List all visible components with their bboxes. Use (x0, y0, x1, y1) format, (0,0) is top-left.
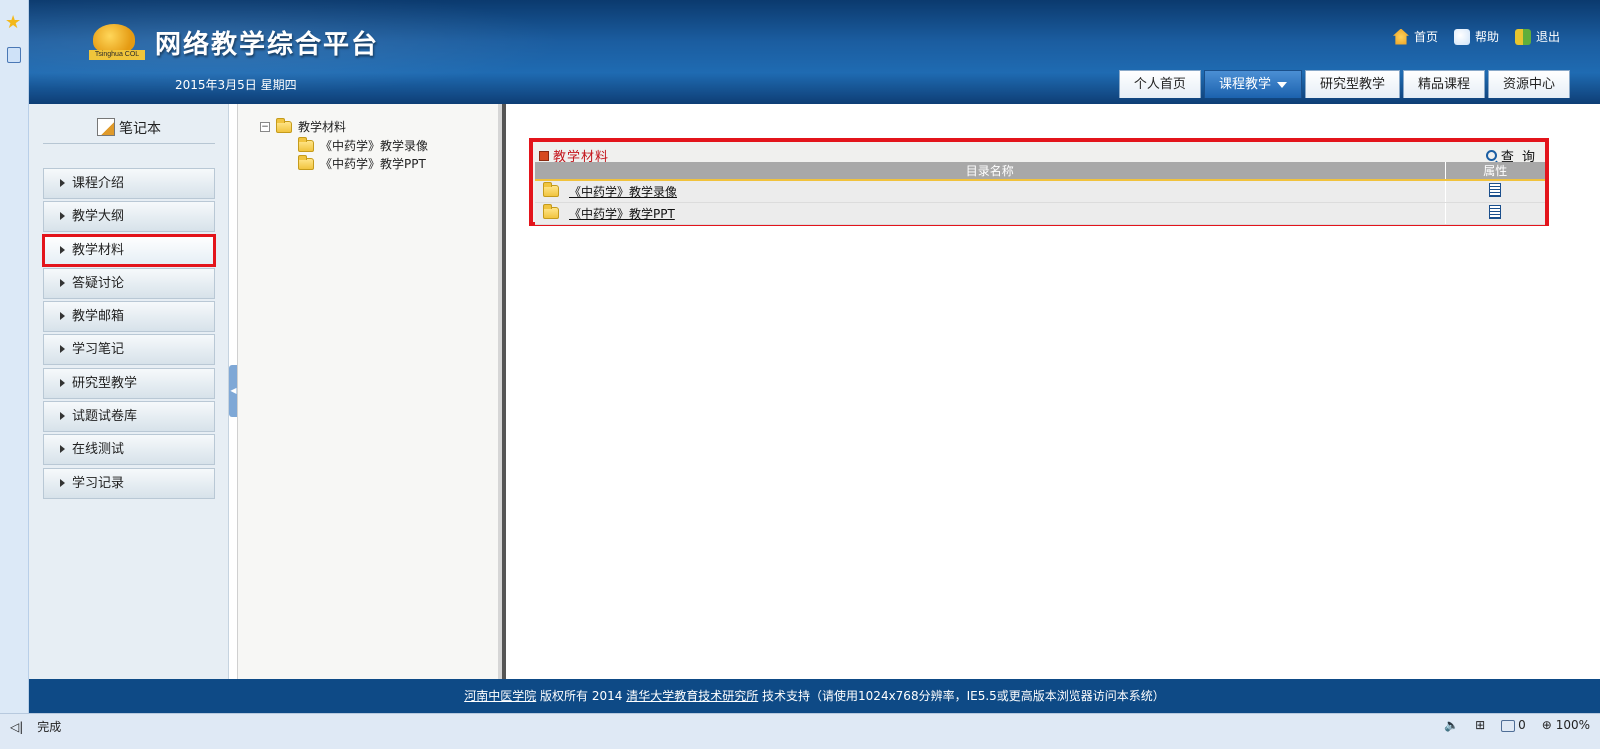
main-content: 教学材料 查 询 目录名称 属性 《中药学》教学录像 《中药学》教学PPT (506, 104, 1600, 679)
tsinghua-col-logo: Tsinghua COL (89, 22, 145, 62)
tree-root[interactable]: − 教学材料 (260, 117, 346, 135)
tree-item[interactable]: 《中药学》教学录像 (298, 136, 428, 154)
arrow-right-icon (60, 412, 65, 421)
properties-icon[interactable] (1489, 204, 1502, 219)
exit-link[interactable]: 退出 (1514, 28, 1560, 45)
home-link[interactable]: 首页 (1392, 28, 1438, 45)
column-header-name: 目录名称 (535, 162, 1445, 181)
footer-support-text: 技术支持（请使用1024x768分辨率，IE5.5或更高版本浏览器访问本系统） (758, 689, 1165, 703)
nav-tabs: 个人首页 课程教学 研究型教学 精品课程 资源中心 (1118, 70, 1570, 98)
sidebar-item-research-teaching[interactable]: 研究型教学 (43, 367, 215, 399)
sidebar: 笔记本 课程介绍 教学大纲 教学材料 答疑讨论 教学邮箱 学习笔记 研究型教学 … (29, 104, 229, 679)
folder-icon (276, 117, 292, 133)
footer: 河南中医学院 版权所有 2014 清华大学教育技术研究所 技术支持（请使用102… (29, 679, 1600, 713)
arrow-right-icon (60, 478, 65, 487)
tab-course-teaching[interactable]: 课程教学 (1203, 70, 1302, 98)
top-links: 首页 帮助 退出 (1392, 28, 1560, 45)
sidebar-item-online-test[interactable]: 在线测试 (43, 434, 215, 466)
exit-icon (1514, 28, 1531, 45)
logo-text: Tsinghua COL (89, 50, 145, 60)
sidebar-item-study-notes[interactable]: 学习笔记 (43, 334, 215, 366)
browser-status-bar: ◁| 完成 🔈 ⊞ 0 ⊕ 100% (0, 713, 1600, 749)
notebook-icon (97, 118, 115, 136)
arrow-right-icon (60, 345, 65, 354)
table-header-row: 目录名称 属性 (535, 162, 1545, 181)
zoom-icon: ⊕ (1541, 718, 1552, 732)
header: Tsinghua COL 网络教学综合平台 2015年3月5日 星期四 首页 帮… (29, 0, 1600, 104)
folder-icon (298, 154, 314, 170)
footer-org-link[interactable]: 河南中医学院 (464, 689, 536, 703)
sidebar-item-study-records[interactable]: 学习记录 (43, 467, 215, 499)
arrow-right-icon (60, 445, 65, 454)
site-title: 网络教学综合平台 (155, 30, 380, 60)
table-row: 《中药学》教学PPT (535, 202, 1545, 225)
security-icon[interactable]: ⊞ (1475, 718, 1485, 732)
current-date: 2015年3月5日 星期四 (175, 78, 297, 92)
sidebar-item-syllabus[interactable]: 教学大纲 (43, 201, 215, 233)
materials-panel: 教学材料 查 询 目录名称 属性 《中药学》教学录像 《中药学》教学PPT (529, 138, 1549, 226)
sound-icon[interactable]: 🔈 (1444, 718, 1459, 732)
help-icon (1453, 28, 1470, 45)
status-text: 完成 (37, 720, 62, 734)
zoom-control[interactable]: ⊕ 100% (1542, 718, 1590, 732)
shield-icon (1501, 719, 1516, 732)
folder-icon (543, 182, 559, 198)
files-table: 目录名称 属性 《中药学》教学录像 《中药学》教学PPT (535, 162, 1545, 225)
properties-icon[interactable] (1489, 182, 1502, 197)
file-link[interactable]: 《中药学》教学录像 (569, 183, 677, 200)
arrow-right-icon (60, 278, 65, 287)
back-arrow-icon[interactable]: ◁| (10, 720, 23, 734)
favorites-star-icon[interactable]: ★ (5, 14, 21, 32)
arrow-right-icon (60, 212, 65, 221)
browser-favorites-bar: ★ (0, 0, 29, 729)
sidebar-menu: 课程介绍 教学大纲 教学材料 答疑讨论 教学邮箱 学习笔记 研究型教学 试题试卷… (42, 168, 216, 501)
arrow-right-icon (60, 312, 65, 321)
tab-resource-center[interactable]: 资源中心 (1487, 70, 1570, 98)
table-row: 《中药学》教学录像 (535, 180, 1545, 203)
panel-header: 教学材料 查 询 (537, 144, 1543, 165)
section-bullet-icon (539, 150, 549, 161)
collapse-toggle-icon[interactable]: − (260, 121, 270, 132)
arrow-right-icon (60, 179, 65, 187)
sidebar-item-course-intro[interactable]: 课程介绍 (43, 168, 215, 199)
folder-tree: − 教学材料 《中药学》教学录像 《中药学》教学PPT (237, 104, 502, 679)
help-link[interactable]: 帮助 (1453, 28, 1499, 45)
sidebar-item-teaching-materials[interactable]: 教学材料 (42, 233, 216, 267)
home-icon (1392, 28, 1409, 45)
file-link[interactable]: 《中药学》教学PPT (569, 205, 675, 222)
column-header-properties: 属性 (1444, 162, 1545, 181)
folder-icon (543, 204, 559, 219)
footer-support-link[interactable]: 清华大学教育技术研究所 (626, 689, 758, 703)
sidebar-item-teaching-mailbox[interactable]: 教学邮箱 (43, 301, 215, 333)
tab-quality-courses[interactable]: 精品课程 (1402, 70, 1485, 98)
folder-icon (298, 136, 314, 152)
chevron-down-icon (1276, 81, 1287, 88)
footer-copyright: 版权所有 2014 (536, 689, 627, 703)
arrow-right-icon (60, 245, 65, 254)
notebook-link[interactable]: 笔记本 (43, 118, 215, 144)
page-icon[interactable] (7, 47, 21, 63)
search-icon (1485, 150, 1497, 161)
sidebar-item-qa-discussion[interactable]: 答疑讨论 (43, 267, 215, 299)
tab-personal-home[interactable]: 个人首页 (1118, 70, 1201, 98)
blocked-counter[interactable]: 0 (1501, 718, 1526, 732)
tree-item[interactable]: 《中药学》教学PPT (298, 154, 426, 172)
sidebar-item-question-bank[interactable]: 试题试卷库 (43, 401, 215, 433)
tab-research-teaching[interactable]: 研究型教学 (1304, 70, 1400, 98)
arrow-right-icon (60, 378, 65, 387)
